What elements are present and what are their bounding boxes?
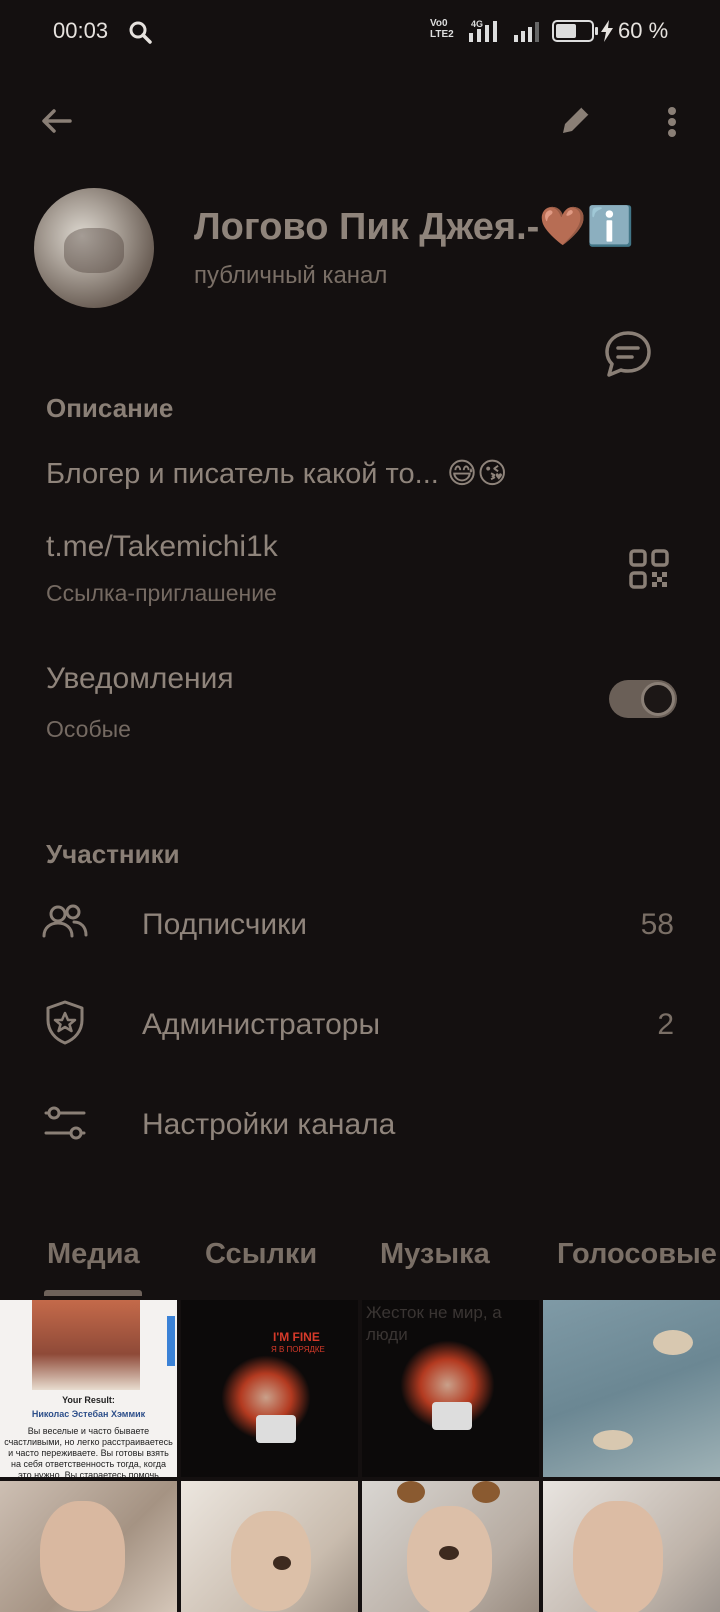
channel-avatar[interactable] xyxy=(34,188,154,308)
notifications-toggle[interactable] xyxy=(609,680,677,718)
channel-title: Логово Пик Джея.-🤎ℹ️ xyxy=(194,206,634,248)
chat-bubble-icon xyxy=(605,331,651,377)
shield-star-icon xyxy=(46,1000,84,1045)
administrators-count: 2 xyxy=(657,1008,674,1041)
tab-media[interactable]: Медиа xyxy=(47,1238,140,1271)
media-thumbnail[interactable] xyxy=(543,1300,720,1477)
qr-code-icon xyxy=(629,549,669,589)
arrow-left-icon xyxy=(42,109,72,133)
notifications-value: Особые xyxy=(46,716,131,742)
channel-type: публичный канал xyxy=(194,262,388,289)
search-status-icon xyxy=(128,20,152,49)
media-tabs: Медиа Ссылки Музыка Голосовые xyxy=(0,1230,720,1300)
discussion-button[interactable] xyxy=(602,328,654,380)
administrators-row[interactable]: Администраторы 2 xyxy=(0,980,720,1070)
media-thumbnail[interactable]: I'M FINE Я В ПОРЯДКЕ xyxy=(181,1300,358,1477)
people-icon xyxy=(42,904,88,938)
media-thumbnail[interactable] xyxy=(362,1481,539,1612)
media-grid: Your Result: Николас Эстебан Хэммик Вы в… xyxy=(0,1300,720,1612)
tab-voice[interactable]: Голосовые xyxy=(557,1238,717,1271)
description-text: Блогер и писатель какой то... 😅😘 xyxy=(46,458,508,490)
invite-link[interactable]: t.me/Takemichi1k xyxy=(46,530,278,564)
description-heading: Описание xyxy=(46,393,174,423)
subscribers-label: Подписчики xyxy=(142,908,308,941)
active-tab-indicator xyxy=(44,1290,142,1296)
notifications-label[interactable]: Уведомления xyxy=(46,662,234,696)
media-thumbnail[interactable] xyxy=(181,1481,358,1612)
invite-link-label: Ссылка-приглашение xyxy=(46,580,277,606)
sliders-icon xyxy=(44,1106,86,1140)
channel-settings-row[interactable]: Настройки канала xyxy=(0,1080,720,1170)
volte-indicator: Vo0 LTE2 xyxy=(430,18,454,40)
media-thumbnail[interactable]: Your Result: Николас Эстебан Хэммик Вы в… xyxy=(0,1300,177,1477)
members-heading: Участники xyxy=(46,839,180,869)
signal-sim2-icon xyxy=(512,18,542,49)
signal-4g-icon: 4G xyxy=(467,18,507,49)
media-thumbnail[interactable] xyxy=(0,1481,177,1612)
subscribers-count: 58 xyxy=(640,908,674,941)
status-time: 00:03 xyxy=(53,18,109,43)
svg-text:4G: 4G xyxy=(471,19,483,29)
subscribers-row[interactable]: Подписчики 58 xyxy=(0,880,720,970)
battery-icon xyxy=(552,20,598,42)
tab-music[interactable]: Музыка xyxy=(380,1238,490,1271)
more-options-button[interactable] xyxy=(650,100,694,144)
qr-code-button[interactable] xyxy=(628,548,670,590)
pencil-icon xyxy=(563,106,590,133)
administrators-label: Администраторы xyxy=(142,1008,381,1041)
channel-settings-label: Настройки канала xyxy=(142,1108,396,1141)
more-vertical-icon xyxy=(668,107,676,137)
edit-button[interactable] xyxy=(554,100,598,144)
charging-bolt-icon xyxy=(600,20,614,47)
battery-percent: 60 % xyxy=(618,18,669,43)
media-thumbnail[interactable] xyxy=(543,1481,720,1612)
back-button[interactable] xyxy=(34,100,78,144)
media-thumbnail[interactable]: Жесток не мир, а люди xyxy=(362,1300,539,1477)
tab-links[interactable]: Ссылки xyxy=(205,1238,317,1271)
